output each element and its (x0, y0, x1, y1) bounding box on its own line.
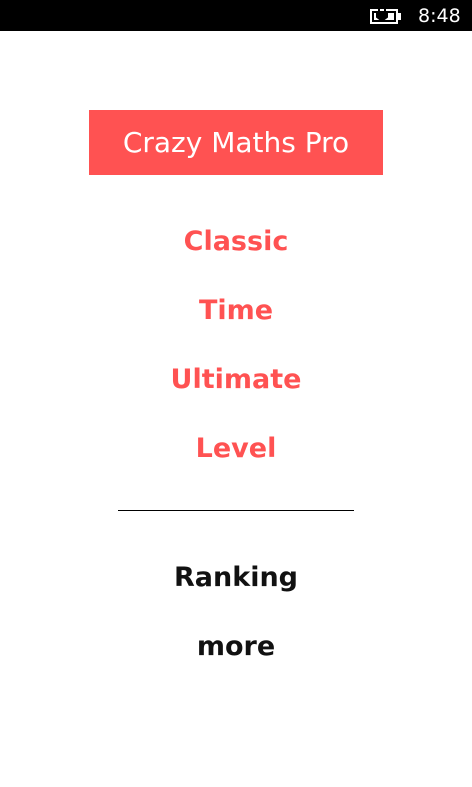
battery-charging-icon (370, 7, 401, 24)
menu-classic-button[interactable]: Classic (0, 222, 472, 262)
status-bar: 8:48 (0, 0, 472, 31)
app-title: Crazy Maths Pro (89, 110, 383, 175)
menu-ranking-button[interactable]: Ranking (0, 558, 472, 598)
menu-more-button[interactable]: more (0, 627, 472, 667)
menu-ultimate-button[interactable]: Ultimate (0, 360, 472, 400)
menu-time-button[interactable]: Time (0, 291, 472, 331)
menu-divider (118, 510, 354, 511)
menu-level-button[interactable]: Level (0, 429, 472, 469)
status-time: 8:48 (418, 5, 461, 27)
